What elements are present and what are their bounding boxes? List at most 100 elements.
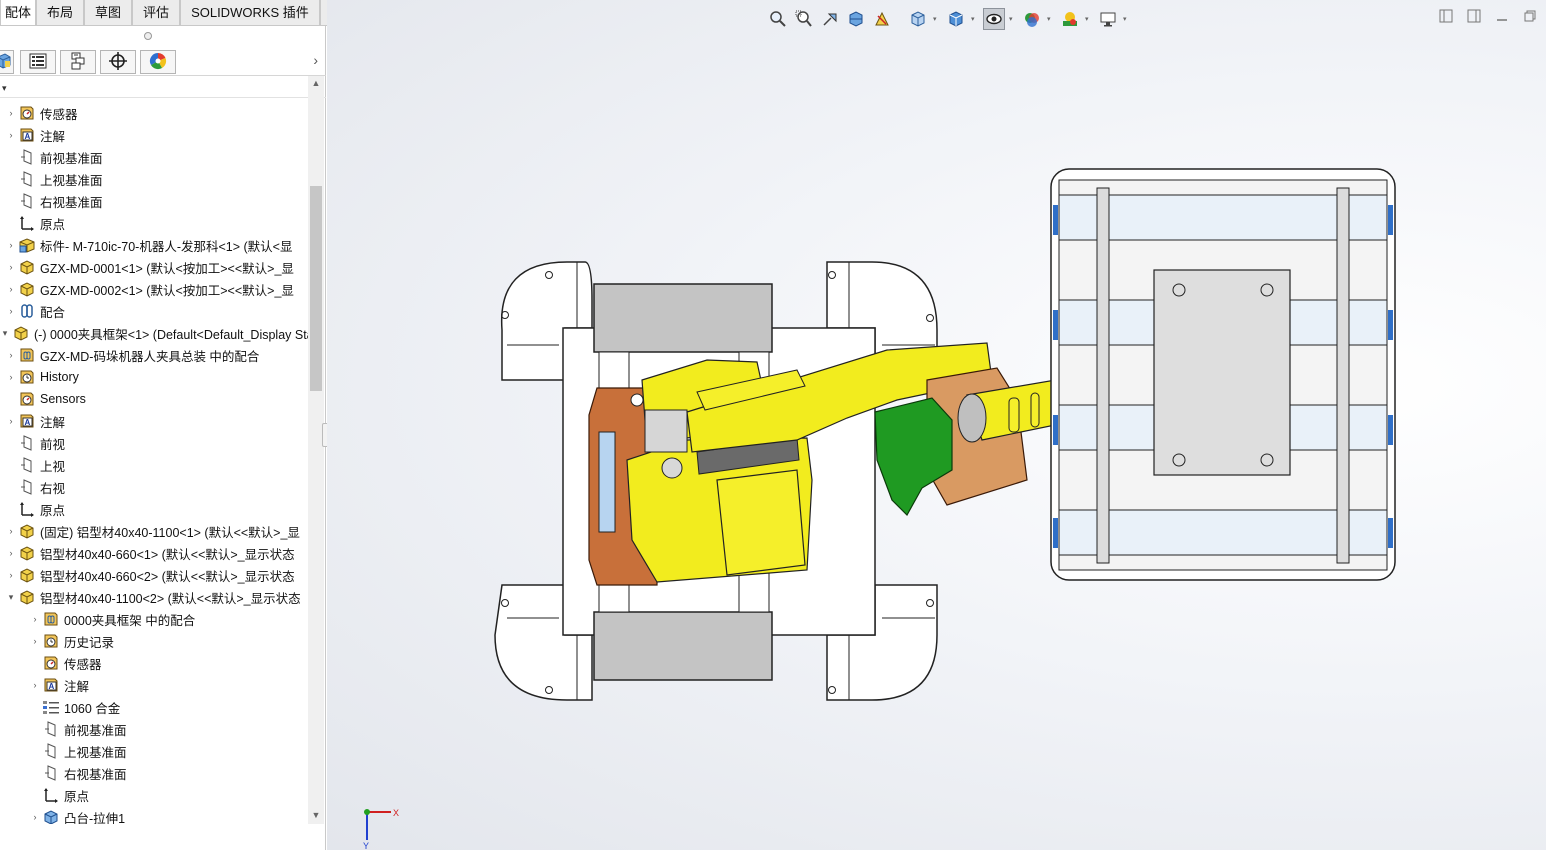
tree-row[interactable]: 原点 [0, 498, 308, 520]
chevron-down-icon[interactable]: ▼ [310, 810, 322, 822]
tree-row-label: 注解 [40, 415, 66, 430]
tree-row[interactable]: 前视 [0, 432, 308, 454]
tree-row[interactable]: 右视基准面 [0, 762, 308, 784]
tree-row[interactable]: › History [0, 366, 308, 388]
tab-dimxpert[interactable] [100, 50, 136, 74]
chevron-right-icon[interactable]: › [30, 680, 40, 690]
chevron-right-icon[interactable]: › [6, 240, 16, 250]
tree-row[interactable]: 前视基准面 [0, 146, 308, 168]
tab-0[interactable]: 配体 [0, 0, 37, 26]
tree-row[interactable]: 上视基准面 [0, 168, 308, 190]
tree-row[interactable]: 右视 [0, 476, 308, 498]
extrude-icon [42, 808, 60, 824]
chevron-right-icon[interactable]: › [6, 548, 16, 558]
mates-folder-icon [42, 610, 60, 628]
tree-row[interactable]: ▾ 铝型材40x40-1100<2> (默认<<默认>_显示状态 [0, 586, 308, 608]
annotation-icon: A [18, 412, 36, 430]
tree-row-label: 铝型材40x40-660<2> (默认<<默认>_显示状态 [40, 569, 295, 584]
tree-row[interactable]: › 凸台-拉伸1 [0, 806, 308, 824]
chevron-right-icon[interactable]: › [6, 262, 16, 272]
tree-row[interactable]: 原点 [0, 212, 308, 234]
chevron-right-icon[interactable]: › [6, 526, 16, 536]
chevron-right-icon[interactable]: › [313, 52, 318, 68]
tree-row[interactable]: › GZX-MD-0001<1> (默认<按加工><<默认>_显 [0, 256, 308, 278]
chevron-right-icon[interactable]: › [6, 306, 16, 316]
part-icon [18, 566, 36, 584]
tab-property-manager[interactable] [20, 50, 56, 74]
tree-scrollbar[interactable]: ▲ ▼ [308, 76, 324, 824]
panel-grip-handle[interactable] [144, 32, 152, 40]
tree-row-label: 上视 [40, 459, 66, 474]
tree-row[interactable]: 上视 [0, 454, 308, 476]
tree-row[interactable]: Sensors [0, 388, 308, 410]
tree-row[interactable]: 原点 [0, 784, 308, 806]
chevron-right-icon[interactable]: › [30, 614, 40, 624]
tree-row[interactable]: › (固定) 铝型材40x40-1100<1> (默认<<默认>_显 [0, 520, 308, 542]
chevron-right-icon[interactable]: › [6, 284, 16, 294]
tree-row[interactable]: › 0000夹具框架 中的配合 [0, 608, 308, 630]
tab-display-manager[interactable] [140, 50, 176, 74]
property-manager-icon [29, 53, 47, 72]
plane-icon [18, 148, 36, 166]
tree-row[interactable]: 上视基准面 [0, 740, 308, 762]
tree-row[interactable]: › A 注解 [0, 410, 308, 432]
tab-feature-manager[interactable] [0, 50, 14, 74]
tree-row-label: 铝型材40x40-1100<2> (默认<<默认>_显示状态 [40, 591, 301, 606]
feature-tree: › 传感器 › A 注解 前视基准面 上视基准面 右视基准面 原点 › 标件- M-710ic-70… [0, 76, 308, 824]
subassembly-icon [18, 236, 36, 254]
tree-row[interactable]: › GZX-MD-0002<1> (默认<按加工><<默认>_显 [0, 278, 308, 300]
chevron-right-icon[interactable]: › [6, 570, 16, 580]
tree-row[interactable]: › 铝型材40x40-660<2> (默认<<默认>_显示状态 [0, 564, 308, 586]
part-icon [18, 544, 36, 562]
tree-row[interactable]: › GZX-MD-码垛机器人夹具总装 中的配合 [0, 344, 308, 366]
graphics-area[interactable]: ▾ ▾ ▾ ▾ ▾ ▾ X Y [327, 0, 1546, 850]
chevron-right-icon[interactable]: › [6, 350, 16, 360]
tree-row[interactable]: › 配合 [0, 300, 308, 322]
tree-row-label: GZX-MD-0001<1> (默认<按加工><<默认>_显 [40, 261, 294, 276]
chevron-right-icon[interactable]: › [30, 812, 40, 822]
tab-configuration-manager[interactable] [60, 50, 96, 74]
chevron-down-icon[interactable]: ▾ [0, 328, 10, 339]
scrollbar-thumb[interactable] [310, 186, 322, 391]
tab-2[interactable]: 草图 [84, 0, 133, 26]
chevron-down-icon[interactable]: ▾ [6, 592, 16, 603]
tree-row-label: 传感器 [40, 107, 78, 122]
tree-row[interactable]: › 传感器 [0, 102, 308, 124]
chevron-right-icon[interactable]: › [6, 130, 16, 140]
tree-row-label: 传感器 [64, 657, 102, 672]
part-icon [18, 522, 36, 540]
chevron-right-icon[interactable]: › [6, 372, 16, 382]
chevron-up-icon[interactable]: ▲ [310, 78, 322, 90]
tree-row-label: History [40, 370, 79, 384]
sensor-icon [18, 104, 36, 122]
plane-icon [18, 434, 36, 452]
chevron-right-icon[interactable]: › [30, 636, 40, 646]
material-icon [42, 698, 60, 716]
part-icon [18, 588, 36, 606]
tab-4[interactable]: SOLIDWORKS 插件 [180, 0, 320, 26]
tree-row[interactable]: › 铝型材40x40-660<1> (默认<<默认>_显示状态 [0, 542, 308, 564]
tree-row-label: 注解 [64, 679, 90, 694]
tree-row[interactable]: › A 注解 [0, 124, 308, 146]
tree-row-label: 凸台-拉伸1 [64, 811, 126, 825]
chevron-right-icon[interactable]: › [6, 416, 16, 426]
tree-row-label: 上视基准面 [64, 745, 127, 760]
display-manager-icon [149, 52, 167, 73]
tree-row[interactable]: › A 注解 [0, 674, 308, 696]
tree-row[interactable]: › 标件- M-710ic-70-机器人-发那科<1> (默认<显 [0, 234, 308, 256]
history-icon [42, 632, 60, 650]
pallet-frame [1050, 168, 1396, 581]
tree-row[interactable]: 前视基准面 [0, 718, 308, 740]
plane-icon [42, 742, 60, 760]
sensor-icon [42, 654, 60, 672]
tree-row-label: 原点 [40, 503, 66, 518]
tree-row[interactable]: ▾ (-) 0000夹具框架<1> (Default<Default_Displa… [0, 322, 308, 344]
plane-icon [18, 192, 36, 210]
chevron-right-icon[interactable]: › [6, 108, 16, 118]
tree-row[interactable]: › 历史记录 [0, 630, 308, 652]
tree-row[interactable]: 右视基准面 [0, 190, 308, 212]
tree-row[interactable]: 1060 合金 [0, 696, 308, 718]
tab-1[interactable]: 布局 [36, 0, 85, 26]
tree-row[interactable]: 传感器 [0, 652, 308, 674]
tab-3[interactable]: 评估 [132, 0, 181, 26]
